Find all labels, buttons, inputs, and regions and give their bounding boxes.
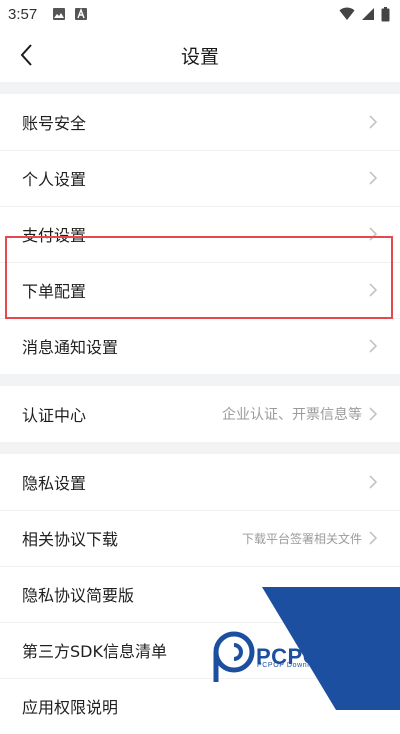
chevron-right-icon bbox=[369, 407, 378, 421]
settings-item-certification-center[interactable]: 认证中心 企业认证、开票信息等 bbox=[0, 386, 400, 442]
image-icon bbox=[52, 7, 66, 25]
settings-item-hint: 企业认证、开票信息等 bbox=[222, 407, 362, 423]
chevron-right-icon bbox=[369, 283, 378, 297]
settings-item-label: 下单配置 bbox=[22, 282, 87, 301]
battery-icon bbox=[381, 7, 390, 26]
a-badge-icon bbox=[74, 7, 88, 25]
status-bar: 3:57 bbox=[0, 0, 400, 28]
settings-item-privacy-summary[interactable]: 隐私协议简要版 bbox=[0, 566, 400, 622]
settings-group-account: 账号安全 个人设置 支付设置 下单配置 消息通知设置 bbox=[0, 94, 400, 374]
settings-group-privacy: 隐私设置 相关协议下载 下载平台签署相关文件 隐私协议简要版 第三方SDK信息清… bbox=[0, 454, 400, 734]
signal-icon bbox=[361, 7, 375, 26]
settings-item-personal[interactable]: 个人设置 bbox=[0, 150, 400, 206]
chevron-right-icon bbox=[369, 227, 378, 241]
chevron-right-icon bbox=[369, 475, 378, 489]
settings-item-sdk-list[interactable]: 第三方SDK信息清单 bbox=[0, 622, 400, 678]
status-time: 3:57 bbox=[8, 6, 38, 23]
settings-item-notifications[interactable]: 消息通知设置 bbox=[0, 318, 400, 374]
settings-item-label: 相关协议下载 bbox=[22, 530, 119, 549]
wifi-icon bbox=[339, 7, 355, 26]
settings-item-agreement-download[interactable]: 相关协议下载 下载平台签署相关文件 bbox=[0, 510, 400, 566]
settings-item-label: 支付设置 bbox=[22, 226, 87, 245]
chevron-right-icon bbox=[369, 171, 378, 185]
settings-item-label: 隐私设置 bbox=[22, 474, 87, 493]
section-gap bbox=[0, 82, 400, 94]
settings-item-privacy[interactable]: 隐私设置 bbox=[0, 454, 400, 510]
settings-item-label: 个人设置 bbox=[22, 170, 87, 189]
settings-item-payment[interactable]: 支付设置 bbox=[0, 206, 400, 262]
section-gap bbox=[0, 442, 400, 454]
page-title: 设置 bbox=[180, 46, 219, 68]
settings-item-label: 应用权限说明 bbox=[22, 698, 119, 717]
nav-bar: 设置 bbox=[0, 28, 400, 82]
settings-item-label: 账号安全 bbox=[22, 114, 87, 133]
chevron-right-icon bbox=[369, 339, 378, 353]
chevron-right-icon bbox=[369, 115, 378, 129]
settings-item-hint: 下载平台签署相关文件 bbox=[241, 531, 362, 546]
settings-item-app-permissions[interactable]: 应用权限说明 bbox=[0, 678, 400, 734]
settings-group-certification: 认证中心 企业认证、开票信息等 bbox=[0, 386, 400, 442]
chevron-right-icon bbox=[369, 531, 378, 545]
settings-item-label: 第三方SDK信息清单 bbox=[22, 642, 167, 661]
settings-item-account-security[interactable]: 账号安全 bbox=[0, 94, 400, 150]
section-gap bbox=[0, 374, 400, 386]
settings-item-label: 隐私协议简要版 bbox=[22, 586, 135, 605]
settings-item-label: 认证中心 bbox=[22, 406, 87, 425]
settings-item-order-config[interactable]: 下单配置 bbox=[0, 262, 400, 318]
settings-item-label: 消息通知设置 bbox=[22, 338, 119, 357]
